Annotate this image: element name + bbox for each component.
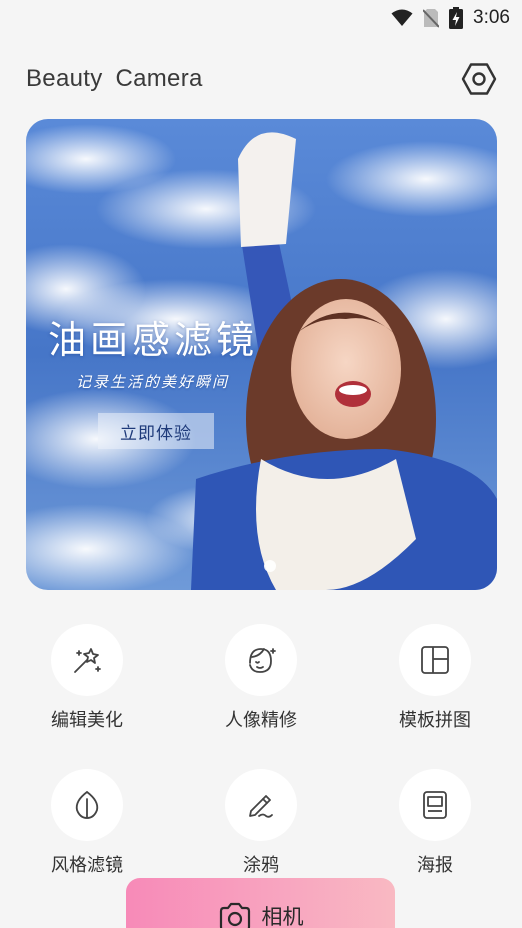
no-sim-icon [423,8,440,28]
promo-banner[interactable]: 油画感滤镜 记录生活的美好瞬间 立即体验 [26,119,497,590]
tool-style-filter[interactable]: 风格滤镜 [32,769,142,877]
tool-icon-circle [51,769,123,841]
tool-icon-circle [399,624,471,696]
magic-wand-icon [74,648,101,673]
tool-label: 涂鸦 [243,855,279,876]
tool-portrait-retouch[interactable]: 人像精修 [206,624,316,732]
tool-label: 人像精修 [225,710,297,731]
wifi-icon [391,9,413,27]
camera-label: 相机 [261,905,304,928]
collage-grid-icon [421,646,449,674]
app-title: Beauty Camera [26,65,203,92]
camera-button[interactable]: 相机 [126,878,395,928]
tool-icon-circle [225,769,297,841]
hexagon-settings-icon [461,63,497,95]
tool-icon-circle [225,624,297,696]
app-header: Beauty Camera [26,56,498,102]
settings-button[interactable] [460,60,498,98]
pen-doodle-icon [249,795,273,818]
poster-icon [423,791,447,819]
tool-label: 海报 [417,855,453,876]
tool-poster[interactable]: 海报 [380,769,490,877]
tool-icon-circle [51,624,123,696]
try-now-button[interactable]: 立即体验 [98,413,214,449]
banner-title: 油画感滤镜 [48,318,259,362]
tool-edit-beautify[interactable]: 编辑美化 [32,624,142,732]
camera-icon [219,902,250,928]
tool-doodle[interactable]: 涂鸦 [206,769,316,877]
banner-subtitle: 记录生活的美好瞬间 [76,373,230,391]
page-indicator-dot [264,560,276,572]
tool-label: 编辑美化 [51,710,123,731]
tool-icon-circle [399,769,471,841]
leaf-filter-icon [75,790,99,819]
status-bar: 3:06 [0,0,522,36]
tool-label: 模板拼图 [399,710,471,731]
status-time: 3:06 [473,7,510,28]
face-retouch-icon [249,648,276,673]
battery-charging-icon [449,7,464,29]
tool-template-collage[interactable]: 模板拼图 [380,624,490,732]
tool-label: 风格滤镜 [51,855,123,876]
